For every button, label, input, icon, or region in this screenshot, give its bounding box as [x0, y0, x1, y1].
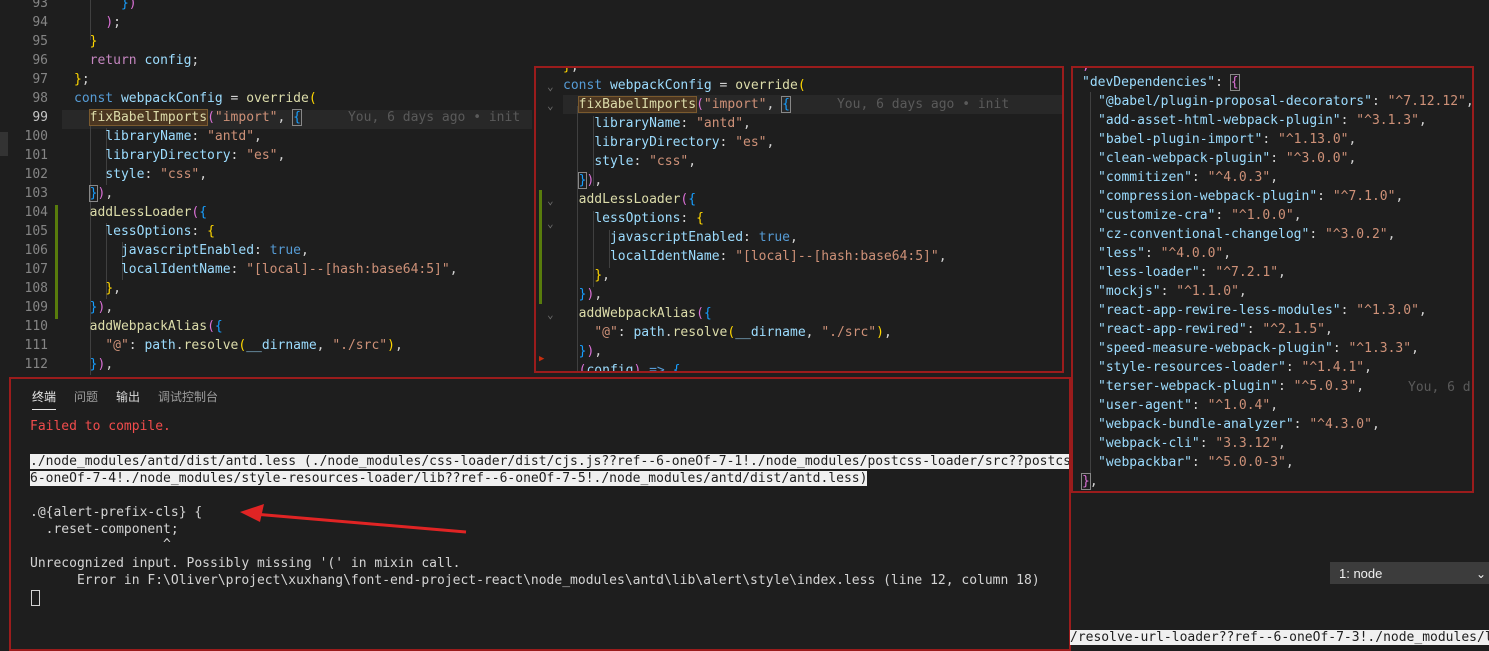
line-number: 97	[32, 72, 48, 87]
line-number: 105	[24, 224, 48, 239]
minimap-edge	[0, 132, 8, 156]
line-number: 99	[32, 110, 48, 125]
line-number: 96	[32, 53, 48, 68]
line-number: 93	[32, 0, 48, 11]
line-number: 108	[24, 281, 48, 296]
line-number: 110	[24, 319, 48, 334]
highlight-box-middle	[534, 66, 1064, 373]
line-number: 109	[24, 300, 48, 315]
git-blame-annotation: You, 6 days ago • init	[347, 110, 521, 125]
chevron-down-icon: ⌄	[1475, 567, 1486, 581]
highlight-box-terminal	[9, 377, 1071, 651]
line-number: 102	[24, 167, 48, 182]
line-number: 103	[24, 186, 48, 201]
line-number: 111	[24, 338, 48, 353]
terminal-overflow-text: /resolve-url-loader??ref--6-oneOf-7-3!./…	[1070, 630, 1489, 646]
line-number: 107	[24, 262, 48, 277]
line-number: 104	[24, 205, 48, 220]
line-number: 94	[32, 15, 48, 30]
line-number-gutter: 93 94 95 96 97 98 99 100 101 102 103 104 105 106 107 10…	[0, 0, 62, 375]
terminal-select-dropdown[interactable]: 1: node ⌄	[1330, 562, 1489, 584]
line-number: 106	[24, 243, 48, 258]
git-change-bar	[55, 205, 58, 319]
line-number: 98	[32, 91, 48, 106]
highlight-box-package-json	[1071, 66, 1474, 493]
terminal-select-value: 1: node	[1339, 566, 1383, 581]
line-number: 112	[24, 357, 48, 372]
line-number: 95	[32, 34, 48, 49]
